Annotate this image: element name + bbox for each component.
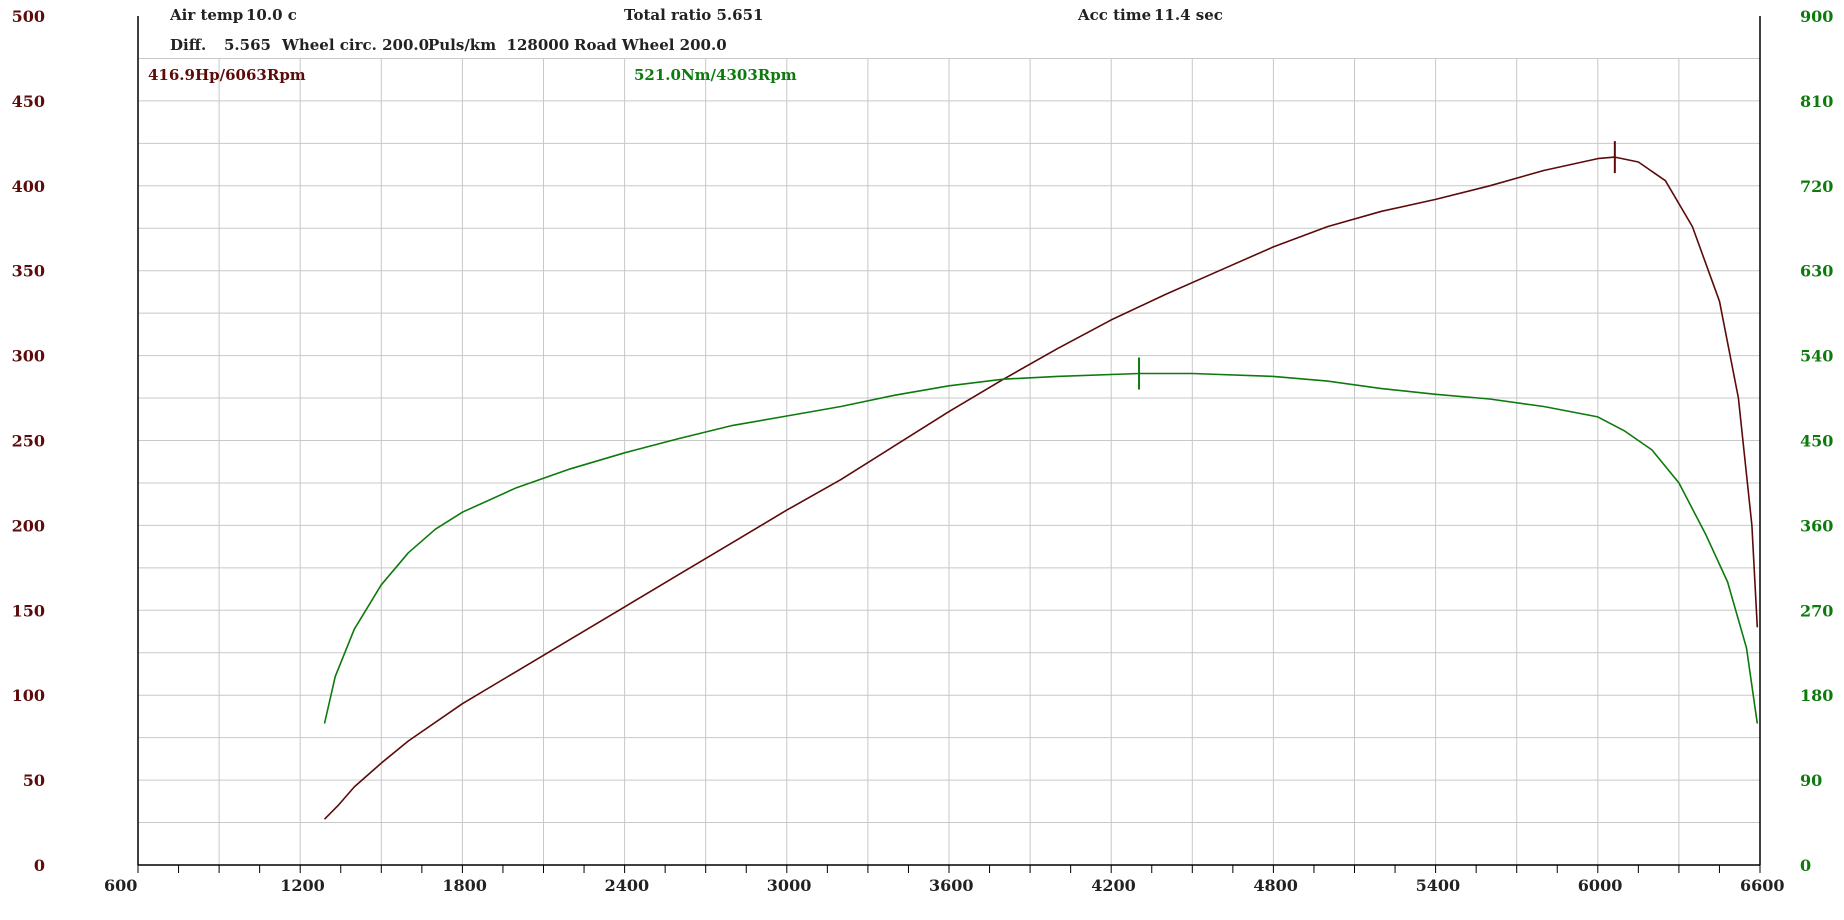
x-tick-label: 4800 bbox=[1253, 876, 1298, 895]
tick-labels: 600 1200 1800 2400 3000 3600 4200 4800 5400 6000 6… bbox=[12, 7, 1834, 895]
x-tick-label: 3000 bbox=[767, 876, 812, 895]
air-temp-label: Air temp bbox=[170, 6, 244, 24]
y-tick-label-right: 630 bbox=[1800, 262, 1833, 281]
power-peak-label: 416.9Hp/6063Rpm bbox=[148, 66, 306, 84]
y-tick-label-left: 400 bbox=[12, 177, 45, 196]
diff-value: 5.565 bbox=[224, 36, 271, 54]
y-tick-label-right: 180 bbox=[1800, 686, 1833, 705]
y-tick-label-left: 100 bbox=[12, 686, 45, 705]
x-tick-label: 6600 bbox=[1740, 876, 1785, 895]
y-tick-label-left: 200 bbox=[12, 516, 45, 535]
x-tick-label: 2400 bbox=[605, 876, 650, 895]
x-tick-label: 3600 bbox=[929, 876, 974, 895]
y-tick-label-left: 0 bbox=[34, 856, 45, 875]
y-tick-label-right: 270 bbox=[1800, 601, 1833, 620]
puls-km: Puls/km 128000 bbox=[428, 36, 570, 54]
y-tick-label-right: 540 bbox=[1800, 347, 1833, 366]
y-tick-label-right: 900 bbox=[1800, 7, 1833, 26]
y-tick-label-right: 810 bbox=[1800, 92, 1833, 111]
series-lines bbox=[323, 141, 1759, 820]
x-tick-label: 6000 bbox=[1578, 876, 1623, 895]
y-tick-label-left: 350 bbox=[12, 262, 45, 281]
y-tick-label-right: 360 bbox=[1800, 516, 1833, 535]
y-tick-label-left: 250 bbox=[12, 432, 45, 451]
acc-time-value: 11.4 sec bbox=[1154, 6, 1223, 24]
y-tick-label-right: 90 bbox=[1800, 771, 1822, 790]
y-tick-label-left: 150 bbox=[12, 601, 45, 620]
dyno-chart: 600 1200 1800 2400 3000 3600 4200 4800 5400 6000 6… bbox=[12, 7, 1834, 895]
diff-label: Diff. bbox=[170, 36, 207, 54]
y-tick-label-right: 720 bbox=[1800, 177, 1833, 196]
x-tick-label: 1200 bbox=[280, 876, 325, 895]
torque-curve bbox=[323, 372, 1759, 724]
x-tick-label: 1800 bbox=[442, 876, 487, 895]
x-tick-label: 5400 bbox=[1416, 876, 1461, 895]
y-tick-label-right: 0 bbox=[1800, 856, 1811, 875]
power-curve bbox=[323, 156, 1759, 820]
torque-peak-label: 521.0Nm/4303Rpm bbox=[634, 66, 797, 84]
total-ratio: Total ratio 5.651 bbox=[624, 6, 764, 24]
y-tick-label-left: 500 bbox=[12, 7, 45, 26]
road-wheel: Road Wheel 200.0 bbox=[574, 36, 727, 54]
x-tick-label: 4200 bbox=[1091, 876, 1136, 895]
grid bbox=[138, 57, 1760, 865]
y-tick-label-left: 450 bbox=[12, 92, 45, 111]
air-temp-value: 10.0 c bbox=[246, 6, 297, 24]
acc-time-label: Acc time bbox=[1078, 6, 1152, 24]
x-tick-label: 600 bbox=[104, 876, 137, 895]
y-tick-label-left: 300 bbox=[12, 347, 45, 366]
y-tick-label-right: 450 bbox=[1800, 432, 1833, 451]
wheel-circ: Wheel circ. 200.0 bbox=[282, 36, 430, 54]
y-tick-label-left: 50 bbox=[23, 771, 45, 790]
